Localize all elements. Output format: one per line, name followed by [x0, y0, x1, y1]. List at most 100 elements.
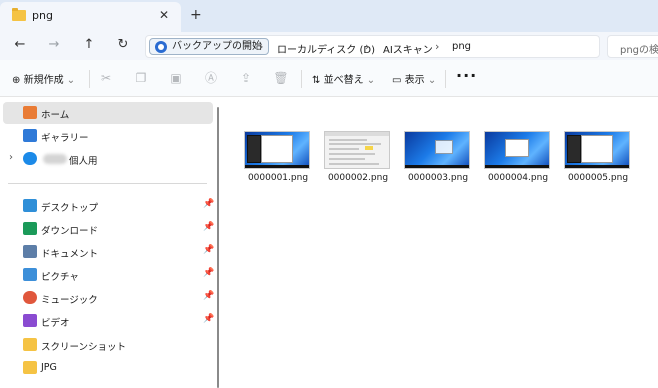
copy-icon[interactable]: ❐ [133, 70, 149, 86]
home-icon [23, 106, 37, 119]
folder-icon [23, 338, 37, 351]
breadcrumb-chevron-icon[interactable]: › [365, 40, 369, 53]
view-label: 表示 [404, 75, 425, 86]
onedrive-icon [23, 152, 37, 165]
sidebar-item-onedrive[interactable]: › 個人用 [3, 148, 213, 170]
breadcrumb-local-disk[interactable]: ローカルディスク (D) [277, 41, 375, 56]
pictures-icon [23, 268, 37, 281]
file-item[interactable]: 0000005.png [560, 131, 632, 191]
navigation-pane: ホーム ギャラリー › 個人用 デスクトップ 📌 ダウンロード 📌 ドキュメント… [0, 97, 222, 388]
sidebar-item-gallery[interactable]: ギャラリー [3, 125, 213, 147]
view-button[interactable]: ▭ 表示 ⌄ [392, 71, 436, 86]
tab-png[interactable]: png ✕ [0, 2, 181, 32]
sidebar-item-downloads[interactable]: ダウンロード 📌 [3, 218, 214, 240]
sidebar-item-home[interactable]: ホーム [3, 102, 213, 124]
up-button[interactable]: ↑ [80, 37, 98, 52]
cut-icon[interactable]: ✂ [98, 70, 114, 86]
view-icon: ▭ [392, 75, 402, 86]
paste-icon[interactable]: ▣ [168, 70, 184, 86]
address-bar[interactable]: バックアップの開始 › ローカルディスク (D) › AIスキャン › png [145, 35, 600, 58]
more-options-button[interactable]: ··· [456, 66, 477, 85]
plus-circle-icon: ⊕ [12, 75, 21, 86]
navigation-bar: ← → ↑ ↻ バックアップの開始 › ローカルディスク (D) › AIスキャ… [0, 32, 658, 60]
backup-icon [155, 41, 167, 53]
new-label: 新規作成 [23, 75, 64, 86]
chevron-down-icon: ⌄ [427, 75, 437, 86]
tab-title: png [32, 9, 53, 22]
music-icon [23, 291, 37, 304]
sidebar-item-label: ダウンロード [41, 226, 99, 237]
file-item[interactable]: 0000002.png [320, 131, 392, 191]
pin-icon[interactable]: 📌 [203, 314, 214, 324]
sidebar-item-music[interactable]: ミュージック 📌 [3, 287, 214, 309]
sidebar-item-label: 個人用 [69, 156, 98, 167]
rename-icon[interactable]: Ⓐ [203, 70, 219, 86]
file-name: 0000004.png [487, 173, 549, 183]
file-list: 0000001.png 0000002.png 0000003.png 0000… [226, 97, 658, 388]
breadcrumb-png[interactable]: png [452, 41, 471, 52]
divider [301, 70, 302, 88]
file-item[interactable]: 0000001.png [240, 131, 312, 191]
folder-icon [23, 361, 37, 374]
file-item[interactable]: 0000003.png [400, 131, 472, 191]
sidebar-item-label: ギャラリー [41, 133, 89, 144]
documents-icon [23, 245, 37, 258]
new-tab-button[interactable]: + [190, 7, 202, 23]
chevron-down-icon: ⌄ [366, 75, 376, 86]
sort-label: 並べ替え [323, 75, 364, 86]
pin-icon[interactable]: 📌 [203, 199, 214, 209]
sidebar-item-label: スクリーンショット [41, 342, 127, 353]
redacted-account-name [43, 154, 67, 164]
pin-icon[interactable]: 📌 [203, 222, 214, 232]
gallery-icon [23, 129, 37, 142]
sidebar-item-label: JPG [41, 362, 57, 373]
breadcrumb-chevron-icon[interactable]: › [435, 40, 439, 53]
pin-icon[interactable]: 📌 [203, 268, 214, 278]
file-thumbnail [564, 131, 630, 169]
sidebar-item-documents[interactable]: ドキュメント 📌 [3, 241, 214, 263]
sidebar-item-label: ミュージック [41, 295, 98, 306]
breadcrumb-ai-scan[interactable]: AIスキャン [383, 41, 433, 56]
chevron-right-icon[interactable]: › [9, 152, 13, 163]
file-thumbnail [404, 131, 470, 169]
file-name: 0000005.png [567, 173, 629, 183]
close-tab-icon[interactable]: ✕ [159, 8, 169, 22]
sidebar-item-videos[interactable]: ビデオ 📌 [3, 310, 214, 332]
refresh-button[interactable]: ↻ [114, 37, 132, 52]
breadcrumb-chevron-icon[interactable]: › [259, 40, 263, 53]
sidebar-item-label: ホーム [41, 110, 70, 121]
breadcrumb-backup[interactable]: バックアップの開始 [149, 38, 269, 55]
divider [445, 70, 446, 88]
file-thumbnail [244, 131, 310, 169]
sidebar-item-label: ビデオ [41, 318, 70, 329]
sort-icon: ⇅ [312, 75, 321, 86]
forward-button[interactable]: → [45, 37, 63, 52]
sidebar-item-desktop[interactable]: デスクトップ 📌 [3, 195, 214, 217]
sidebar-item-jpg[interactable]: JPG [3, 357, 213, 379]
pin-icon[interactable]: 📌 [203, 291, 214, 301]
file-name: 0000001.png [247, 173, 309, 183]
sidebar-item-label: デスクトップ [41, 203, 99, 214]
chevron-down-icon: ⌄ [66, 75, 76, 86]
breadcrumb-label: バックアップの開始 [172, 41, 262, 52]
file-name: 0000002.png [327, 173, 389, 183]
file-thumbnail [484, 131, 550, 169]
sidebar-item-label: ピクチャ [41, 272, 79, 283]
sidebar-item-pictures[interactable]: ピクチャ 📌 [3, 264, 214, 286]
file-name: 0000003.png [407, 173, 469, 183]
sort-button[interactable]: ⇅ 並べ替え ⌄ [312, 71, 375, 86]
pin-icon[interactable]: 📌 [203, 245, 214, 255]
new-button[interactable]: ⊕ 新規作成 ⌄ [12, 71, 75, 86]
title-bar: png ✕ + [0, 0, 658, 32]
search-input[interactable]: pngの検索 [620, 41, 658, 56]
back-button[interactable]: ← [11, 37, 29, 52]
sidebar-item-screenshots[interactable]: スクリーンショット [3, 334, 213, 356]
folder-icon [12, 8, 26, 21]
scrollbar[interactable] [217, 107, 219, 388]
file-item[interactable]: 0000004.png [480, 131, 552, 191]
delete-icon[interactable]: 🗑 [273, 70, 289, 86]
search-box[interactable]: pngの検索 [607, 35, 658, 58]
file-thumbnail [324, 131, 390, 169]
sidebar-item-label: ドキュメント [41, 249, 99, 260]
share-icon[interactable]: ⇪ [238, 70, 254, 86]
